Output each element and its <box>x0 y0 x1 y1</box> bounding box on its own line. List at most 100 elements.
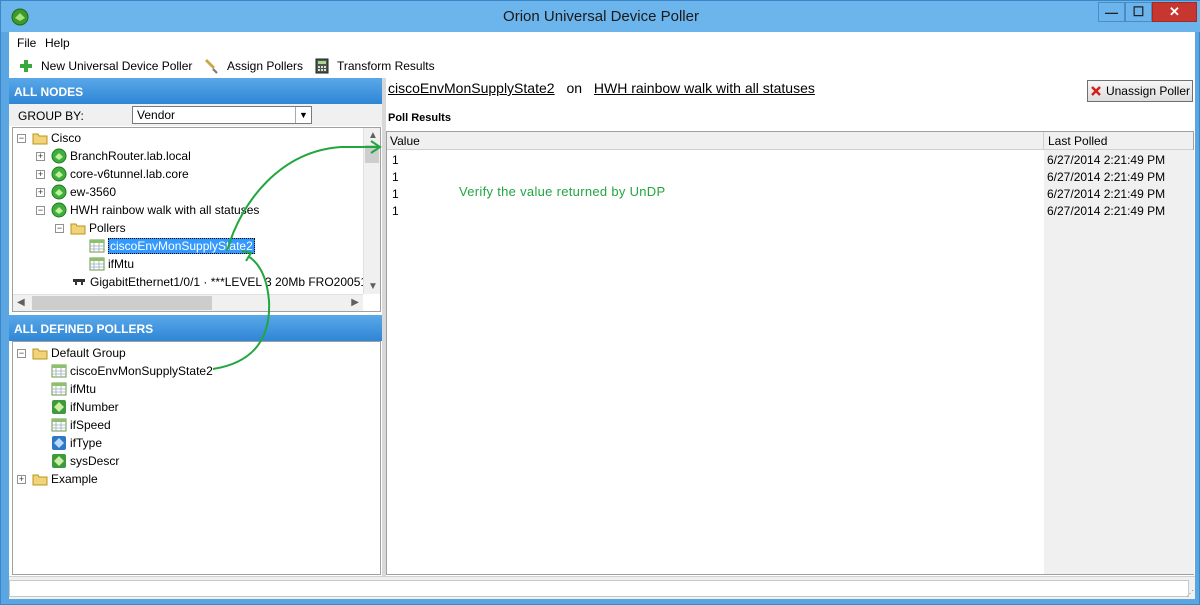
poller-label: ifMtu <box>70 382 97 396</box>
collapse-icon[interactable]: − <box>55 223 64 233</box>
tree-node-example[interactable]: + Example <box>17 470 98 488</box>
tree-node-branchrouter[interactable]: + BranchRouter.lab.local <box>36 147 191 165</box>
menu-file[interactable]: File <box>17 36 36 50</box>
group-by-label: GROUP BY: <box>18 109 84 123</box>
status-panel <box>9 580 1189 597</box>
column-header-value[interactable]: Value <box>390 134 420 148</box>
cell-last-polled: 6/27/2014 2:21:49 PM <box>1047 153 1166 167</box>
cell-value: 1 <box>392 187 399 201</box>
toolbar: New Universal Device Poller Assign Polle… <box>9 54 1195 76</box>
tree-label: core-v6tunnel.lab.core <box>70 167 189 181</box>
collapse-icon[interactable]: − <box>17 348 26 358</box>
chevron-down-icon[interactable]: ▼ <box>295 107 311 123</box>
unassign-label: Unassign Poller <box>1105 84 1191 98</box>
tree-node-core-v6tunnel[interactable]: + core-v6tunnel.lab.core <box>36 165 189 183</box>
poll-target-title: ciscoEnvMonSupplyState2 on HWH rainbow w… <box>388 80 815 96</box>
group-by-row: GROUP BY: Vendor ▼ <box>9 104 382 126</box>
annotation-text: Verify the value returned by UnDP <box>459 184 666 199</box>
poller-label: ifSpeed <box>70 418 111 432</box>
title-bar[interactable]: Orion Universal Device Poller — ☐ ✕ <box>1 1 1200 32</box>
resize-grip-icon[interactable]: ⋰ <box>1186 589 1194 598</box>
scroll-up-icon[interactable]: ▲ <box>368 130 378 141</box>
cell-last-polled: 6/27/2014 2:21:49 PM <box>1047 170 1166 184</box>
table-row[interactable]: 1 6/27/2014 2:21:49 PM <box>387 203 1193 220</box>
column-divider[interactable] <box>1043 132 1044 150</box>
table-row[interactable]: 1 6/27/2014 2:21:49 PM <box>387 152 1193 169</box>
menu-help[interactable]: Help <box>45 36 70 50</box>
folder-icon <box>32 348 48 360</box>
nodes-tree[interactable]: − Cisco + BranchRouter.lab.local + core-… <box>12 127 381 312</box>
tree-node-ciscoenvmon-selected[interactable]: ciscoEnvMonSupplyState2 <box>89 237 255 255</box>
folder-icon <box>32 474 48 486</box>
interface-icon <box>73 279 85 285</box>
left-pane: ALL NODES GROUP BY: Vendor ▼ − Cisco + B… <box>9 78 382 576</box>
hscroll-thumb[interactable] <box>32 296 212 310</box>
unassign-poller-button[interactable]: Unassign Poller <box>1087 80 1193 102</box>
minimize-button[interactable]: — <box>1098 2 1125 22</box>
tree-label: GigabitEthernet1/0/1 · ***LEVEL 3 20Mb F… <box>90 275 374 289</box>
window-title: Orion Universal Device Poller <box>503 8 699 25</box>
grid-header: Value Last Polled <box>387 132 1193 150</box>
tree-node-cisco[interactable]: − Cisco <box>17 129 81 147</box>
poller-item[interactable]: ciscoEnvMonSupplyState2 <box>51 362 213 380</box>
expand-icon[interactable]: + <box>36 187 45 197</box>
pollers-tree[interactable]: − Default Group ciscoEnvMonSupplyState2 … <box>12 341 381 575</box>
collapse-icon[interactable]: − <box>36 205 45 215</box>
column-header-last-polled[interactable]: Last Polled <box>1048 134 1107 148</box>
cell-last-polled: 6/27/2014 2:21:49 PM <box>1047 204 1166 218</box>
tree-node-ew-3560[interactable]: + ew-3560 <box>36 183 116 201</box>
new-poller-button[interactable]: New Universal Device Poller <box>19 57 192 75</box>
tree-label: Default Group <box>51 346 126 360</box>
tree-label: HWH rainbow walk with all statuses <box>70 203 260 217</box>
scroll-left-icon[interactable]: ◀ <box>17 297 25 308</box>
group-by-select[interactable]: Vendor ▼ <box>132 106 312 124</box>
close-button[interactable]: ✕ <box>1152 2 1197 22</box>
main-window: Orion Universal Device Poller — ☐ ✕ File… <box>0 0 1200 605</box>
tree-label: Example <box>51 472 98 486</box>
on-word: on <box>566 80 583 96</box>
client-area: File Help New Universal Device Poller As… <box>9 32 1195 599</box>
poller-item[interactable]: ifMtu <box>51 380 96 398</box>
assign-wrench-icon <box>205 59 218 74</box>
expand-icon[interactable]: + <box>36 169 45 179</box>
scalar-diamond-icon <box>52 454 66 468</box>
table-grid-icon <box>51 364 67 378</box>
tree-node-gigabitethernet[interactable]: GigabitEthernet1/0/1 · ***LEVEL 3 20Mb F… <box>71 273 374 291</box>
tree-node-pollers[interactable]: − Pollers <box>55 219 126 237</box>
cell-value: 1 <box>392 170 399 184</box>
tree-node-ifmtu[interactable]: ifMtu <box>89 255 134 273</box>
assign-pollers-button[interactable]: Assign Pollers <box>203 57 303 75</box>
nodes-tree-vscrollbar[interactable]: ▲ ▼ <box>363 128 380 294</box>
group-by-value: Vendor <box>137 108 176 122</box>
poller-item[interactable]: ifType <box>51 434 102 452</box>
red-x-icon <box>1091 86 1101 96</box>
poll-results-grid[interactable]: Value Last Polled 1 6/27/2014 2:21:49 PM… <box>386 131 1194 575</box>
defined-pollers-header: ALL DEFINED POLLERS <box>9 315 382 341</box>
maximize-button[interactable]: ☐ <box>1125 2 1152 22</box>
expand-icon[interactable]: + <box>36 151 45 161</box>
nodes-tree-hscrollbar[interactable]: ◀ ▶ <box>13 294 363 311</box>
poller-item[interactable]: ifSpeed <box>51 416 111 434</box>
collapse-icon[interactable]: − <box>17 133 26 143</box>
poller-link[interactable]: ciscoEnvMonSupplyState2 <box>388 80 555 96</box>
tree-node-default-group[interactable]: − Default Group <box>17 344 126 362</box>
poll-results-label: Poll Results <box>388 112 451 124</box>
poller-label: sysDescr <box>70 454 120 468</box>
table-grid-icon <box>51 382 67 396</box>
calculator-icon <box>315 58 329 74</box>
cell-value: 1 <box>392 204 399 218</box>
all-nodes-header: ALL NODES <box>9 78 382 104</box>
folder-icon <box>70 223 86 235</box>
tree-node-hwh[interactable]: − HWH rainbow walk with all statuses <box>36 201 259 219</box>
transform-results-label: Transform Results <box>337 59 435 73</box>
node-link[interactable]: HWH rainbow walk with all statuses <box>594 80 815 96</box>
vscroll-thumb[interactable] <box>365 145 379 163</box>
poller-item[interactable]: sysDescr <box>51 452 119 470</box>
cell-last-polled: 6/27/2014 2:21:49 PM <box>1047 187 1166 201</box>
poller-item[interactable]: ifNumber <box>51 398 119 416</box>
cell-value: 1 <box>392 153 399 167</box>
scroll-down-icon[interactable]: ▼ <box>368 281 378 292</box>
transform-results-button[interactable]: Transform Results <box>315 57 435 75</box>
expand-icon[interactable]: + <box>17 474 26 484</box>
scroll-right-icon[interactable]: ▶ <box>351 297 359 308</box>
